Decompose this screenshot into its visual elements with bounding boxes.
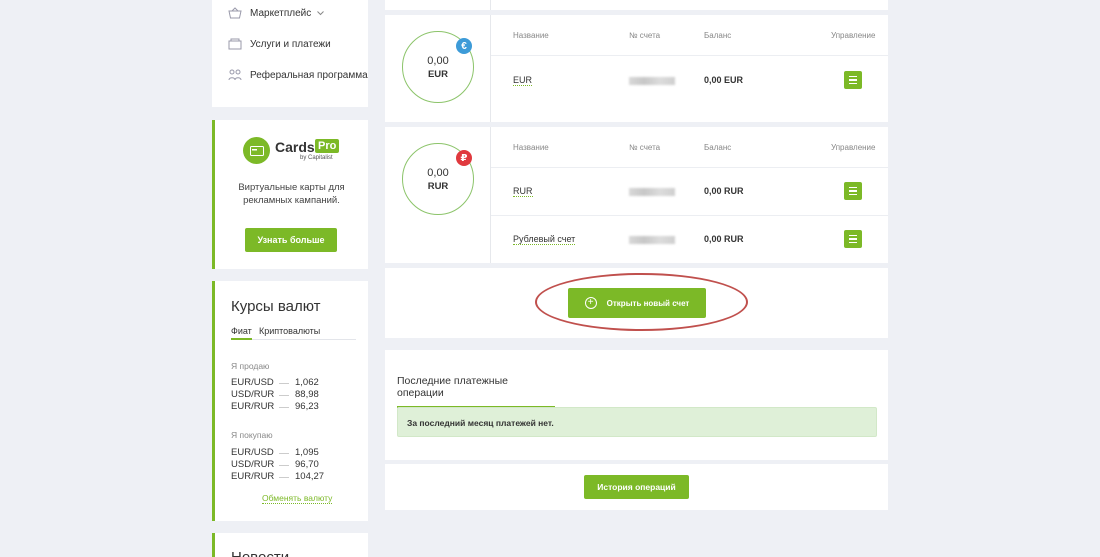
- history-button[interactable]: История операций: [584, 475, 689, 499]
- currency-rates-card: Курсы валют Фиат Криптовалюты Я продаю E…: [212, 281, 368, 521]
- previous-account-block: [385, 0, 888, 10]
- account-name-link[interactable]: RUR: [513, 186, 533, 197]
- basket-icon: [228, 7, 242, 19]
- sell-label: Я продаю: [231, 361, 270, 371]
- ruble-icon: ₽: [456, 150, 472, 166]
- cards-pro-badge: Pro: [315, 139, 340, 153]
- sidebar-nav-card: Маркетплейс Услуги и платежи Реферальная…: [212, 0, 368, 107]
- header-balance: Баланс: [704, 31, 732, 40]
- wallet-icon: [228, 38, 242, 50]
- cards-pro-promo: Cards Pro by Capitalist Виртуальные карт…: [212, 120, 368, 269]
- account-menu-button[interactable]: [844, 71, 862, 89]
- account-number-redacted: [629, 236, 675, 244]
- account-balance: 0,00 EUR: [704, 75, 744, 85]
- rate-row: EUR/USD 1,095: [231, 447, 319, 458]
- header-manage: Управление: [831, 31, 876, 40]
- promo-description: Виртуальные карты для рекламных кампаний…: [238, 182, 345, 206]
- history-section: История операций: [385, 464, 888, 510]
- header-account: № счета: [629, 31, 661, 40]
- account-menu-button[interactable]: [844, 230, 862, 248]
- empty-payments-alert: За последний месяц платежей нет.: [397, 407, 877, 437]
- learn-more-button[interactable]: Узнать больше: [245, 228, 337, 252]
- rate-row: EUR/RUR 104,27: [231, 471, 325, 482]
- cards-pro-by: by Capitalist: [300, 155, 333, 161]
- sidebar-item-marketplace[interactable]: Маркетплейс: [228, 7, 325, 19]
- header-name: Название: [513, 31, 549, 40]
- sidebar-item-label: Реферальная программа: [250, 69, 368, 81]
- cards-pro-brand: Cards: [275, 139, 315, 155]
- open-account-section: + Открыть новый счет: [385, 268, 888, 338]
- rate-row: EUR/RUR 96,23: [231, 401, 319, 412]
- tab-last-payments[interactable]: Последние платежные операции: [397, 375, 555, 408]
- sidebar-item-label: Маркетплейс: [250, 7, 312, 19]
- news-title: Новости: [231, 549, 289, 557]
- account-block-eur: 0,00 EUR € Название № счета Баланс Управ…: [385, 15, 888, 122]
- rate-row: EUR/USD 1,062: [231, 377, 319, 388]
- header-account: № счета: [629, 143, 661, 152]
- account-block-rur: 0,00 RUR ₽ Название № счета Баланс Управ…: [385, 127, 888, 263]
- payments-section: Последние платежные операции За последни…: [385, 350, 888, 460]
- account-menu-button[interactable]: [844, 182, 862, 200]
- cards-pro-logo: Cards Pro by Capitalist: [243, 136, 343, 166]
- account-balance: 0,00 RUR: [704, 186, 744, 196]
- header-manage: Управление: [831, 143, 876, 152]
- chevron-down-icon: [317, 8, 325, 19]
- buy-label: Я покупаю: [231, 430, 273, 440]
- plus-circle-icon: +: [584, 297, 597, 309]
- empty-payments-message: За последний месяц платежей нет.: [407, 418, 554, 428]
- account-name-link[interactable]: Рублевый счет: [513, 234, 576, 245]
- tab-crypto[interactable]: Криптовалюты: [259, 326, 320, 336]
- header-name: Название: [513, 143, 549, 152]
- euro-icon: €: [456, 38, 472, 54]
- tab-fiat[interactable]: Фиат: [231, 326, 252, 340]
- account-balance: 0,00 RUR: [704, 234, 744, 244]
- sidebar-item-referral[interactable]: Реферальная программа: [228, 69, 368, 81]
- sidebar-item-services[interactable]: Услуги и платежи: [228, 38, 331, 50]
- rates-title: Курсы валют: [231, 298, 321, 315]
- account-number-redacted: [629, 77, 675, 85]
- card-icon: [243, 137, 270, 164]
- referral-icon: [228, 69, 242, 81]
- exchange-currency-link[interactable]: Обменять валюту: [262, 493, 333, 504]
- rate-row: USD/RUR 88,98: [231, 389, 319, 400]
- rates-tabs: Фиат Криптовалюты: [231, 326, 356, 340]
- header-balance: Баланс: [704, 143, 732, 152]
- account-name-link[interactable]: EUR: [513, 75, 533, 86]
- sidebar-item-label: Услуги и платежи: [250, 38, 331, 50]
- rate-row: USD/RUR 96,70: [231, 459, 319, 470]
- news-card: Новости: [212, 533, 368, 557]
- open-new-account-button[interactable]: + Открыть новый счет: [568, 288, 706, 318]
- account-number-redacted: [629, 188, 675, 196]
